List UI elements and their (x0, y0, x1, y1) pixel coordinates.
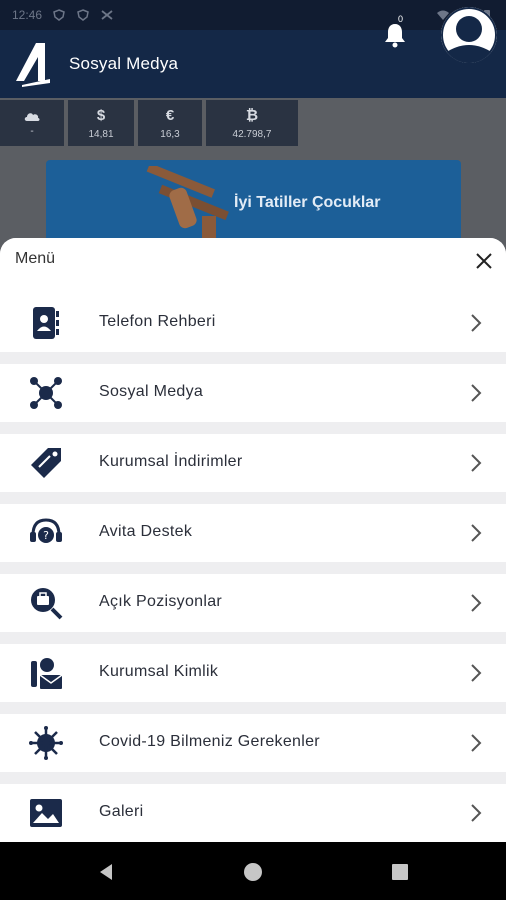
menu-item-acik-pozisyonlar[interactable]: Açık Pozisyonlar (0, 574, 506, 632)
user-avatar[interactable] (441, 7, 497, 63)
app-bar: Sosyal Medya (0, 30, 506, 98)
menu-item-kurumsal-kimlik[interactable]: Kurumsal Kimlik (0, 644, 506, 702)
usd-value: 14,81 (88, 128, 114, 140)
home-icon[interactable] (243, 862, 263, 882)
biplane-illustration (146, 166, 229, 238)
app-logo-icon[interactable] (14, 41, 54, 87)
banner-text: İyi Tatiller Çocuklar (234, 194, 381, 211)
close-icon[interactable] (471, 248, 497, 274)
job-search-icon (31, 588, 63, 620)
promo-banner[interactable]: İyi Tatiller Çocuklar (46, 160, 461, 244)
system-nav-bar (0, 842, 506, 900)
social-media-icon (30, 377, 62, 409)
chevron-right-icon (471, 594, 482, 612)
cloud-icon (24, 112, 40, 121)
btc-tile[interactable]: ₿ 42.798,7 (206, 100, 298, 146)
menu-item-label: Kurumsal İndirimler (99, 453, 243, 470)
app-title: Sosyal Medya (69, 54, 179, 73)
back-icon[interactable] (96, 862, 116, 882)
menu-item-label: Galeri (99, 803, 144, 820)
btc-value: 42.798,7 (232, 128, 272, 140)
menu-item-covid-19[interactable]: Covid-19 Bilmeniz Gerekenler (0, 714, 506, 772)
chevron-right-icon (471, 734, 482, 752)
chevron-right-icon (471, 454, 482, 472)
sheet-title: Menü (15, 250, 56, 267)
eur-tile[interactable]: € 16,3 (138, 100, 202, 146)
usd-tile[interactable]: $ 14,81 (68, 100, 134, 146)
chevron-right-icon (471, 664, 482, 682)
menu-item-label: Sosyal Medya (99, 383, 204, 400)
weather-tile[interactable]: - (0, 100, 64, 146)
menu-item-label: Kurumsal Kimlik (99, 663, 219, 680)
eur-symbol: € (165, 106, 175, 124)
menu-item-telefon-rehberi[interactable]: Telefon Rehberi (0, 294, 506, 352)
virus-icon (29, 726, 63, 760)
menu-item-label: Covid-19 Bilmeniz Gerekenler (99, 733, 320, 750)
sheet-header: Menü (0, 238, 506, 294)
discount-tag-icon (31, 448, 61, 478)
menu-item-label: Açık Pozisyonlar (99, 593, 223, 610)
menu-item-avita-destek[interactable]: ? Avita Destek (0, 504, 506, 562)
chevron-right-icon (471, 524, 482, 542)
support-headset-icon: ? (30, 518, 62, 543)
status-bar: 12:46 (0, 0, 506, 30)
btc-symbol: ₿ (245, 106, 259, 124)
menu-item-galeri[interactable]: Galeri (0, 784, 506, 842)
weather-value: - (30, 125, 34, 137)
notification-shield-icon (53, 9, 65, 21)
menu-sheet: Menü Telefon Rehberi Sosyal Medya Kurums… (0, 238, 506, 842)
menu-item-kurumsal-indirimler[interactable]: Kurumsal İndirimler (0, 434, 506, 492)
gallery-icon (30, 799, 62, 827)
notification-shield-icon (77, 9, 89, 21)
eur-value: 16,3 (160, 128, 180, 140)
avatar-person-icon (441, 7, 497, 63)
recents-icon[interactable] (390, 862, 410, 882)
svg-text:?: ? (43, 529, 49, 542)
notification-bell-icon[interactable] (383, 20, 407, 48)
currency-tiles: - $ 14,81 € 16,3 ₿ 42.798,7 (0, 100, 298, 146)
menu-item-sosyal-medya[interactable]: Sosyal Medya (0, 364, 506, 422)
corporate-identity-icon (31, 658, 63, 689)
usd-symbol: $ (96, 106, 106, 124)
menu-item-label: Telefon Rehberi (99, 313, 216, 330)
menu-item-label: Avita Destek (99, 523, 193, 540)
status-time: 12:46 (12, 8, 43, 22)
chevron-right-icon (471, 314, 482, 332)
chevron-right-icon (471, 804, 482, 822)
notification-count: 0 (398, 14, 404, 24)
notification-mute-icon (101, 10, 113, 20)
phonebook-icon (33, 307, 59, 339)
chevron-right-icon (471, 384, 482, 402)
